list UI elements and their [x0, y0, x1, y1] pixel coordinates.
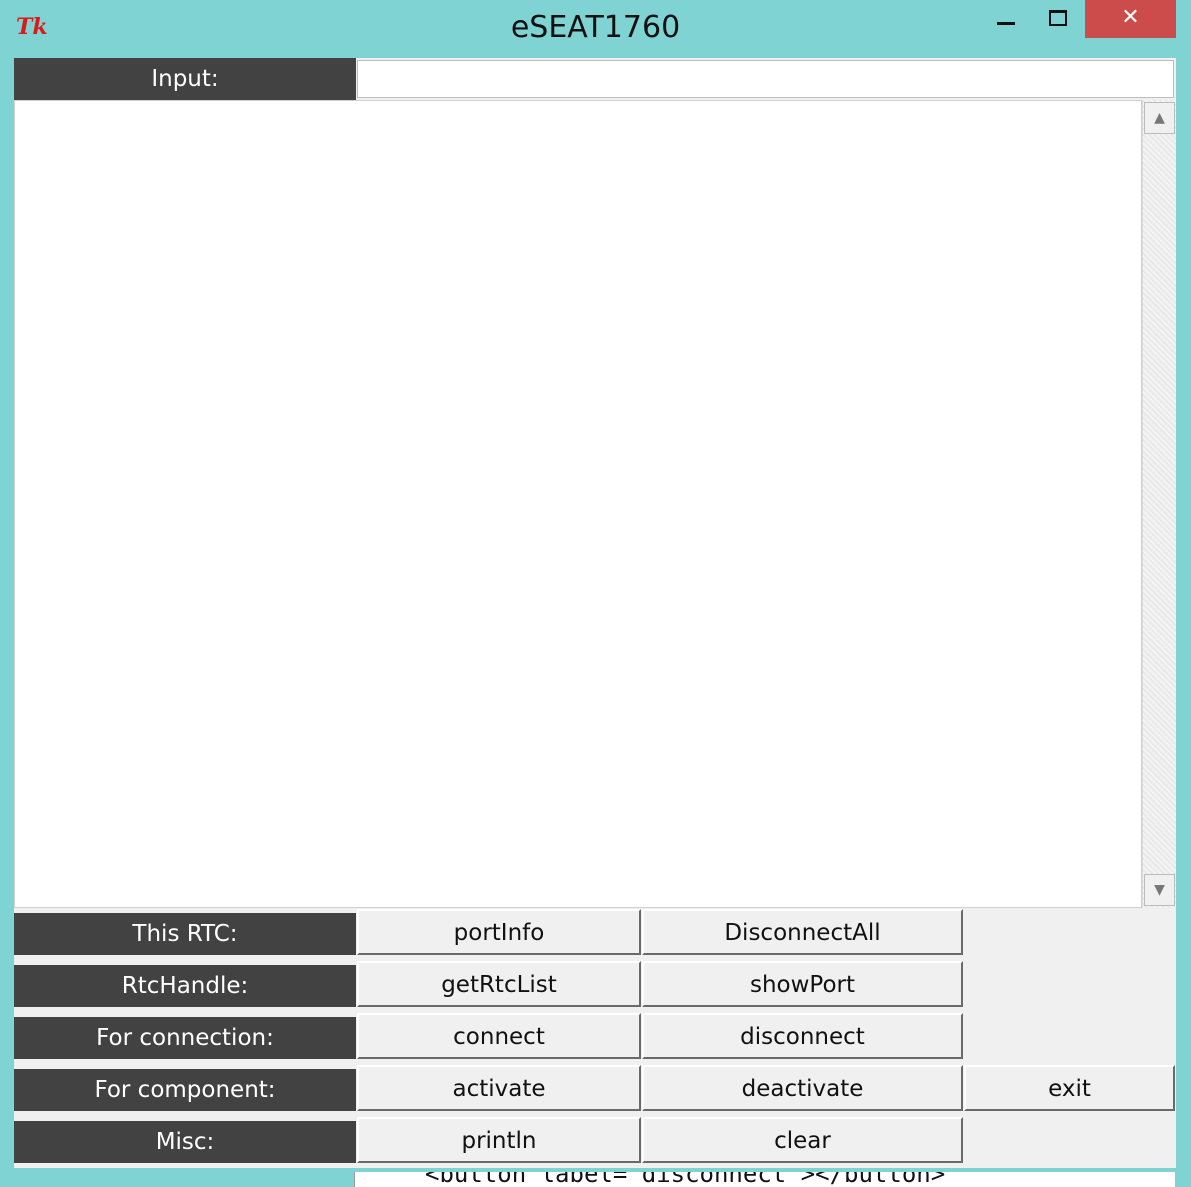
scroll-up-arrow-icon[interactable]: ▲ — [1144, 102, 1175, 134]
disconnect-button[interactable]: disconnect — [642, 1013, 963, 1059]
output-text-area[interactable] — [14, 100, 1142, 908]
row-label-for-connection: For connection: — [14, 1017, 356, 1059]
activate-button[interactable]: activate — [357, 1065, 641, 1111]
main-panel: Input: ▲ ▼ This RTC: portInfo Disconnect… — [14, 58, 1176, 1168]
exit-button[interactable]: exit — [964, 1065, 1175, 1111]
row-label-rtchandle: RtcHandle: — [14, 965, 356, 1007]
connect-button[interactable]: connect — [357, 1013, 641, 1059]
getrtclist-button[interactable]: getRtcList — [357, 961, 641, 1007]
minimize-button[interactable] — [985, 0, 1029, 38]
input-label: Input: — [14, 58, 356, 100]
row-label-for-component: For component: — [14, 1069, 356, 1111]
background-window-fragment: <button label="disconnect"></button> — [354, 1172, 1175, 1187]
disconnectall-button[interactable]: DisconnectAll — [642, 909, 963, 955]
row-label-this-rtc: This RTC: — [14, 913, 356, 955]
title-bar: Tk eSEAT1760 ✕ — [0, 0, 1191, 56]
background-code-text: <button label="disconnect"></button> — [425, 1172, 946, 1187]
showport-button[interactable]: showPort — [642, 961, 963, 1007]
deactivate-button[interactable]: deactivate — [642, 1065, 963, 1111]
maximize-button[interactable] — [1036, 0, 1080, 38]
vertical-scrollbar[interactable]: ▲ ▼ — [1142, 100, 1176, 908]
clear-button[interactable]: clear — [642, 1117, 963, 1163]
row-label-misc: Misc: — [14, 1121, 356, 1163]
scroll-down-arrow-icon[interactable]: ▼ — [1144, 874, 1175, 906]
println-button[interactable]: println — [357, 1117, 641, 1163]
close-button[interactable]: ✕ — [1085, 0, 1176, 38]
portinfo-button[interactable]: portInfo — [357, 909, 641, 955]
input-field[interactable] — [357, 60, 1174, 98]
close-icon: ✕ — [1121, 5, 1140, 30]
